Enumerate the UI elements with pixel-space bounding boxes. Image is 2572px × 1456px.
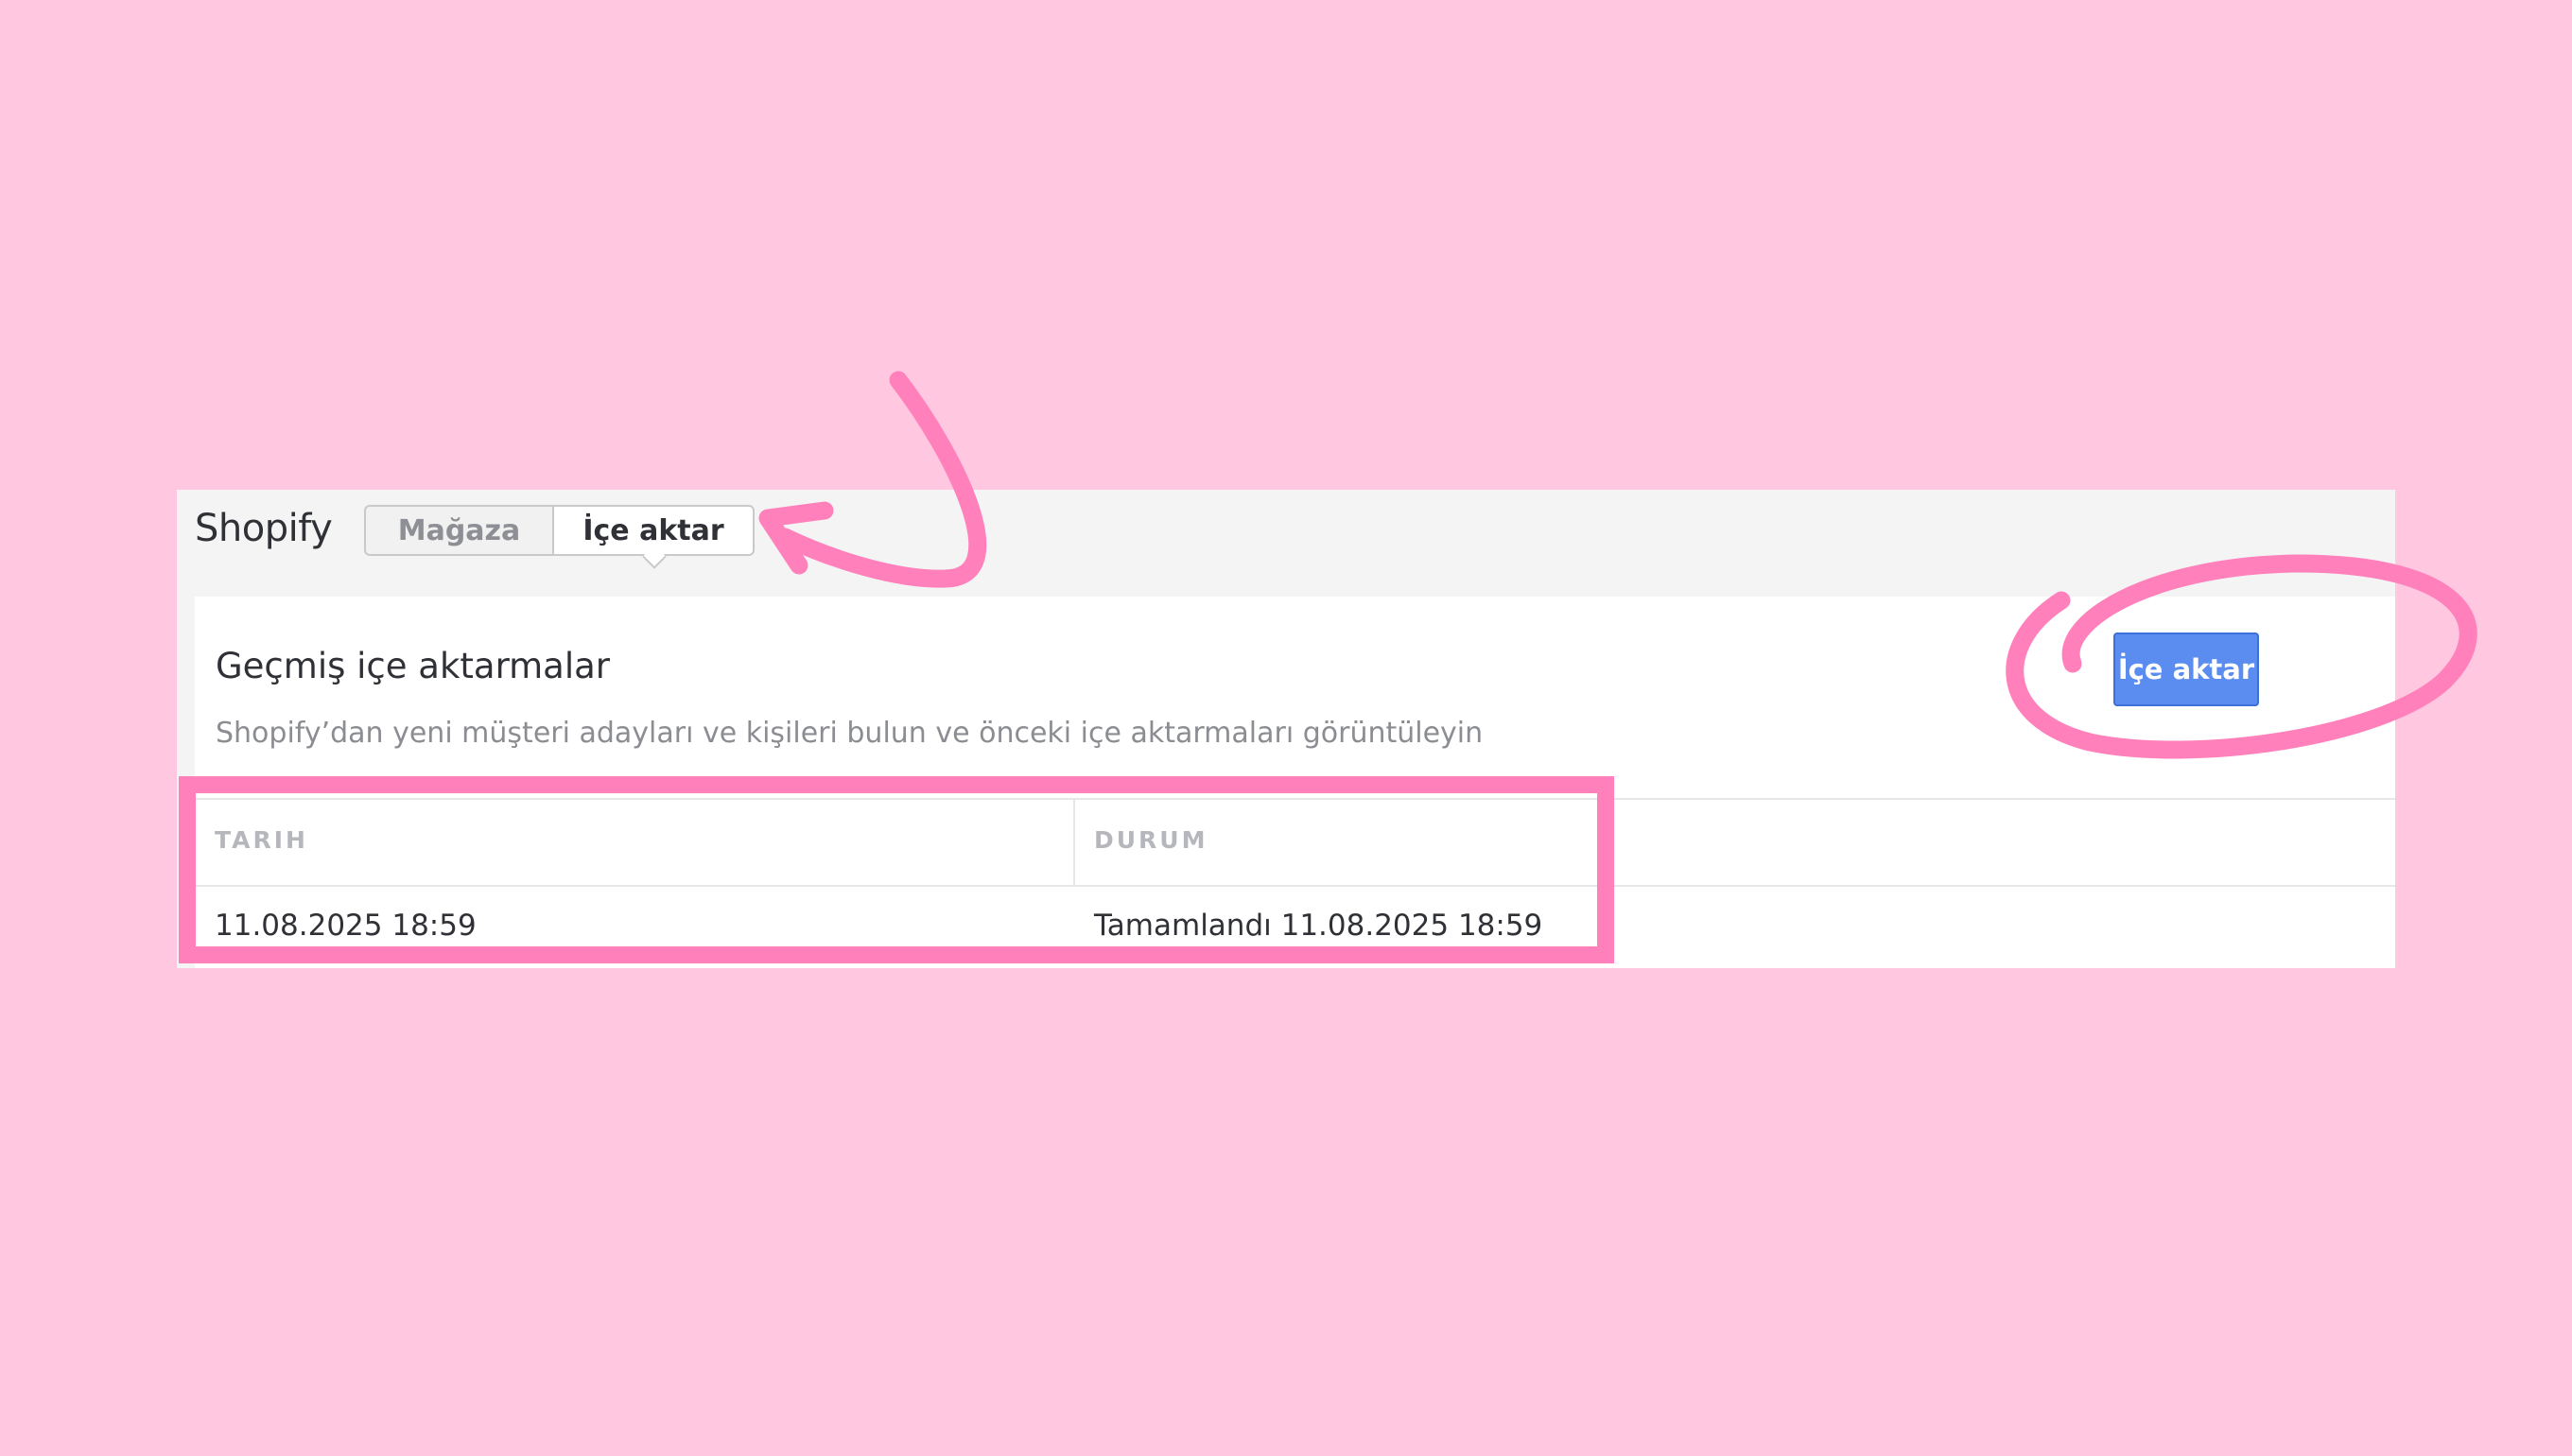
table-highlight-box xyxy=(179,776,1614,963)
card-title: Geçmiş içe aktarmalar xyxy=(216,646,611,686)
import-button[interactable]: İçe aktar xyxy=(2113,633,2259,706)
tab-bar: Mağaza İçe aktar xyxy=(364,505,755,556)
card-description: Shopify’dan yeni müşteri adayları ve kiş… xyxy=(216,717,1484,750)
tab-ice-aktar[interactable]: İçe aktar xyxy=(552,505,755,556)
brand-title: Shopify xyxy=(195,507,333,550)
tab-magaza[interactable]: Mağaza xyxy=(364,505,554,556)
